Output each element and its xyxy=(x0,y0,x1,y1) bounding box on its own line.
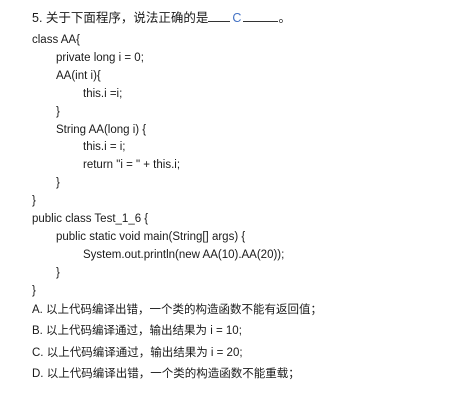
code-line: } xyxy=(56,177,60,190)
code-line: this.i =i; xyxy=(83,87,123,100)
question-title: 5. 关于下面程序，说法正确的是 C 。 xyxy=(32,8,291,28)
code-line: } xyxy=(32,284,36,297)
question-suffix: 。 xyxy=(278,11,291,25)
answer-blank-left xyxy=(208,8,231,22)
answer-blank-right xyxy=(243,8,279,22)
document-page: 5. 关于下面程序，说法正确的是 C。 class AA{ private lon… xyxy=(0,0,462,403)
code-line: return "i = " + this.i; xyxy=(83,159,181,172)
code-line: System.out.println(new AA(10).AA(20)); xyxy=(83,248,285,261)
question-prefix: 5. 关于下面程序，说法正确的是 xyxy=(32,11,209,25)
option-b: B. 以上代码编译通过，输出结果为 i = 10; xyxy=(32,325,242,337)
code-line: } xyxy=(56,266,60,279)
option-d: D. 以上代码编译出错，一个类的构造函数不能重载； xyxy=(32,368,300,380)
option-c: C. 以上代码编译通过，输出结果为 i = 20; xyxy=(32,346,243,359)
option-a: A. 以上代码编译出错，一个类的构造函数不能有返回值； xyxy=(32,303,323,316)
answer-value: C xyxy=(232,11,242,25)
